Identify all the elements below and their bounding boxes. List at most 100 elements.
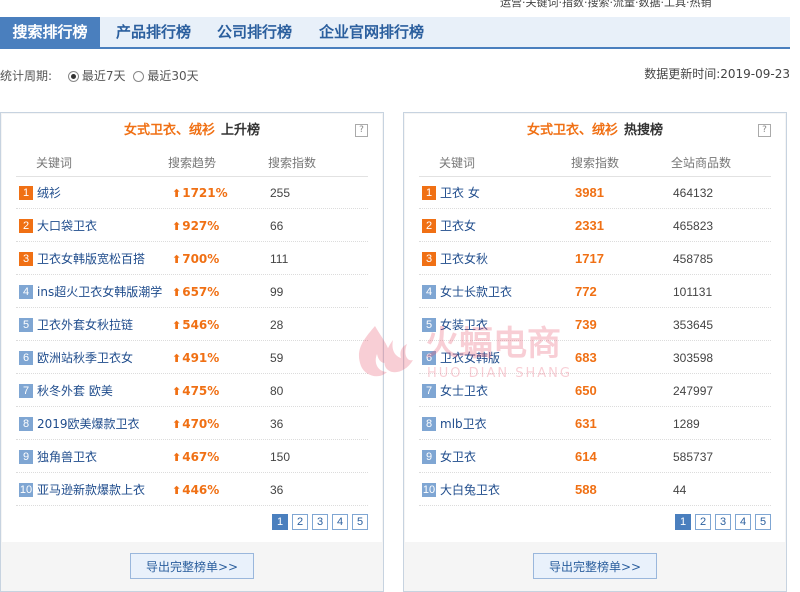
search-index: 36 <box>270 483 284 497</box>
keyword-link[interactable]: 亚马逊新款爆款上衣 <box>37 482 145 498</box>
rising-export-button[interactable]: 导出完整榜单>> <box>130 553 254 579</box>
hot-table-header: 关键词 搜索指数 全站商品数 <box>419 152 771 177</box>
keyword-link[interactable]: ins超火卫衣女韩版潮学 <box>37 284 162 300</box>
search-trend: ⬆657% <box>172 284 219 301</box>
keyword-link[interactable]: 欧洲站秋季卫衣女 <box>37 350 133 366</box>
table-row: 10 大白兔卫衣 588 44 <box>419 473 771 506</box>
product-count: 465823 <box>673 219 714 233</box>
search-index: 614 <box>575 449 597 464</box>
trend-value: 446% <box>182 483 220 497</box>
help-icon[interactable]: ? <box>758 124 771 137</box>
search-index: 99 <box>270 285 284 299</box>
product-count: 303598 <box>673 351 714 365</box>
table-row: 7 秋冬外套 欧美 ⬆475% 80 <box>16 374 368 407</box>
table-row: 5 卫衣外套女秋拉链 ⬆546% 28 <box>16 308 368 341</box>
up-arrow-icon: ⬆ <box>172 352 182 365</box>
keyword-link[interactable]: mlb卫衣 <box>440 416 487 432</box>
period-label: 统计周期: <box>0 69 53 83</box>
tab-search-ranking[interactable]: 搜索排行榜 <box>0 17 100 47</box>
keyword-link[interactable]: 卫衣 女 <box>440 185 480 201</box>
radio-unchecked-icon[interactable] <box>133 71 145 82</box>
up-arrow-icon: ⬆ <box>172 319 182 332</box>
table-row: 3 卫衣女韩版宽松百搭 ⬆700% 111 <box>16 242 368 275</box>
header-keyword: 关键词 <box>439 156 476 170</box>
header-search-trend: 搜索趋势 <box>168 156 217 170</box>
rank-badge: 1 <box>422 186 436 200</box>
keyword-link[interactable]: 大白兔卫衣 <box>440 482 500 498</box>
help-icon[interactable]: ? <box>355 124 368 137</box>
keyword-link[interactable]: 2019欧美爆款卫衣 <box>37 416 140 432</box>
search-index: 59 <box>270 351 284 365</box>
keyword-link[interactable]: 大口袋卫衣 <box>37 218 97 234</box>
rank-badge: 10 <box>19 483 33 497</box>
search-index: 2331 <box>575 218 604 233</box>
product-count: 458785 <box>673 252 714 266</box>
keyword-link[interactable]: 卫衣外套女秋拉链 <box>37 317 133 333</box>
up-arrow-icon: ⬆ <box>172 220 182 233</box>
keyword-link[interactable]: 卫衣女秋 <box>440 251 488 267</box>
rank-badge: 3 <box>422 252 436 266</box>
product-count: 1289 <box>673 417 700 431</box>
page-button[interactable]: 2 <box>695 514 711 530</box>
rank-badge: 5 <box>19 318 33 332</box>
product-count: 464132 <box>673 186 714 200</box>
page-button[interactable]: 2 <box>292 514 308 530</box>
period-7-days-option[interactable]: 最近7天 <box>67 68 126 84</box>
rising-ranking-panel: 女式卫衣、绒衫 上升榜 ? 关键词 搜索趋势 搜索指数 1 绒衫 ⬆1721% 255 2… <box>0 112 384 592</box>
rank-badge: 7 <box>19 384 33 398</box>
page-button[interactable]: 4 <box>332 514 348 530</box>
table-row: 9 女卫衣 614 585737 <box>419 440 771 473</box>
page-button[interactable]: 3 <box>715 514 731 530</box>
search-index: 255 <box>270 186 291 200</box>
rank-badge: 4 <box>19 285 33 299</box>
search-index: 80 <box>270 384 284 398</box>
rising-panel-title: 女式卫衣、绒衫 上升榜 <box>2 122 382 140</box>
table-row: 4 ins超火卫衣女韩版潮学 ⬆657% 99 <box>16 275 368 308</box>
search-index: 631 <box>575 416 597 431</box>
table-row: 10 亚马逊新款爆款上衣 ⬆446% 36 <box>16 473 368 506</box>
hot-export-button[interactable]: 导出完整榜单>> <box>533 553 657 579</box>
up-arrow-icon: ⬆ <box>172 484 182 497</box>
data-update-time: 数据更新时间:2019-09-23 <box>644 66 790 82</box>
update-label: 数据更新时间: <box>644 67 721 81</box>
keyword-link[interactable]: 女卫衣 <box>440 449 476 465</box>
tab-product-ranking[interactable]: 产品排行榜 <box>116 17 191 47</box>
keyword-link[interactable]: 女士卫衣 <box>440 383 488 399</box>
hot-panel-title: 女式卫衣、绒衫 热搜榜 <box>405 122 785 140</box>
keyword-link[interactable]: 女士长款卫衣 <box>440 284 512 300</box>
period-30-days-label: 最近30天 <box>147 69 199 83</box>
trend-value: 657% <box>182 285 220 299</box>
product-count: 247997 <box>673 384 714 398</box>
table-row: 1 绒衫 ⬆1721% 255 <box>16 176 368 209</box>
keyword-link[interactable]: 独角兽卫衣 <box>37 449 97 465</box>
keyword-link[interactable]: 秋冬外套 欧美 <box>37 383 113 399</box>
rising-title-tag: 上升榜 <box>221 123 261 138</box>
keyword-link[interactable]: 卫衣女韩版 <box>440 350 500 366</box>
period-30-days-option[interactable]: 最近30天 <box>133 68 199 84</box>
rank-badge: 9 <box>422 450 436 464</box>
keyword-link[interactable]: 卫衣女韩版宽松百搭 <box>37 251 145 267</box>
radio-checked-icon[interactable] <box>67 71 79 82</box>
tab-official-site-ranking[interactable]: 企业官网排行榜 <box>319 17 424 47</box>
hot-search-panel: 女式卫衣、绒衫 热搜榜 ? 关键词 搜索指数 全站商品数 1 卫衣 女 3981 464… <box>403 112 787 592</box>
rising-panel-body: 女式卫衣、绒衫 上升榜 ? 关键词 搜索趋势 搜索指数 1 绒衫 ⬆1721% 255 2… <box>2 114 382 542</box>
rank-badge: 5 <box>422 318 436 332</box>
trend-value: 491% <box>182 351 220 365</box>
page-button[interactable]: 5 <box>755 514 771 530</box>
page-button[interactable]: 5 <box>352 514 368 530</box>
page-button[interactable]: 1 <box>675 514 691 530</box>
page-button[interactable]: 3 <box>312 514 328 530</box>
rank-badge: 6 <box>422 351 436 365</box>
page-button[interactable]: 1 <box>272 514 288 530</box>
keyword-link[interactable]: 女装卫衣 <box>440 317 488 333</box>
search-index: 683 <box>575 350 597 365</box>
page-button[interactable]: 4 <box>735 514 751 530</box>
tab-company-ranking[interactable]: 公司排行榜 <box>217 17 292 47</box>
keyword-link[interactable]: 卫衣女 <box>440 218 476 234</box>
trend-value: 546% <box>182 318 220 332</box>
search-trend: ⬆475% <box>172 383 219 400</box>
search-index: 588 <box>575 482 597 497</box>
keyword-link[interactable]: 绒衫 <box>37 185 61 201</box>
product-count: 44 <box>673 483 687 497</box>
period-7-days-label: 最近7天 <box>81 69 126 83</box>
